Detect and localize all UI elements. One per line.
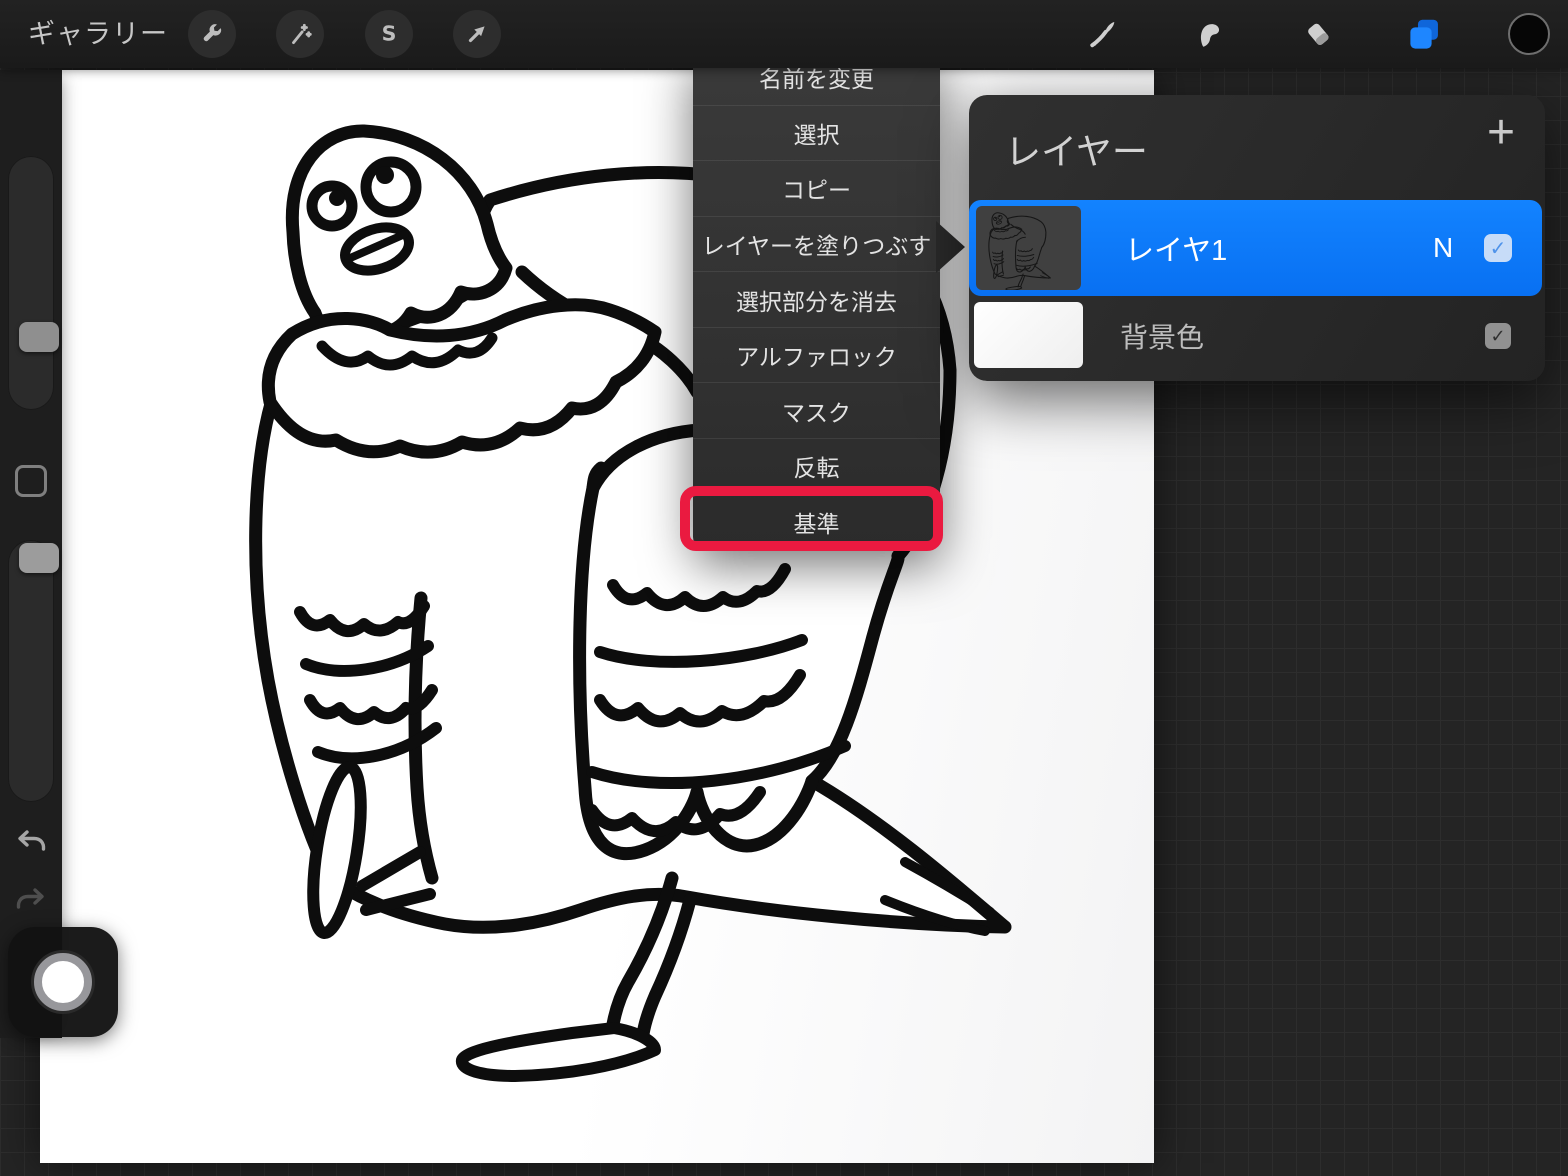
brush-tool-button[interactable] [1082,14,1122,54]
magic-wand-icon [292,23,312,45]
layer-visibility-checkbox[interactable]: ✓ [1484,234,1512,262]
assistive-touch-button[interactable] [8,927,118,1037]
menu-item-clear-selection[interactable]: 選択部分を消去 [693,272,940,328]
layers-icon [1410,19,1438,49]
background-layer-name: 背景色 [1120,322,1205,353]
opacity-slider[interactable] [8,540,59,802]
redo-icon[interactable] [13,882,49,918]
eraser-tool-button[interactable] [1298,14,1338,54]
background-visibility-checkbox[interactable]: ✓ [1485,323,1511,349]
layer-row-selected[interactable]: レイヤ1 N ✓ [969,200,1542,296]
menu-item-alpha-lock[interactable]: アルファロック [693,328,940,384]
opacity-slider-handle[interactable] [19,543,59,573]
wrench-icon [203,24,222,42]
adjustments-button[interactable] [276,10,324,58]
gallery-button[interactable]: ギャラリー [28,0,168,68]
add-layer-button[interactable]: + [1487,109,1515,157]
selection-button[interactable]: S [365,10,413,58]
layer-thumbnail [976,206,1081,290]
smudge-tool-button[interactable] [1190,14,1230,54]
top-toolbar: ギャラリー S [0,0,1568,68]
brush-icon [1090,22,1115,48]
layer-context-menu: 名前を変更 選択 コピー レイヤーを塗りつぶす 選択部分を消去 アルファロック … [693,50,940,549]
selection-s-icon: S [382,22,397,46]
undo-icon[interactable] [13,824,49,860]
menu-item-fill-layer[interactable]: レイヤーを塗りつぶす [693,217,940,273]
menu-item-copy[interactable]: コピー [693,161,940,217]
layers-panel-title: レイヤー [1005,131,1148,172]
app-window: 名前を変更 選択 コピー レイヤーを塗りつぶす 選択部分を消去 アルファロック … [0,0,1568,1176]
smudge-finger-icon [1200,24,1220,47]
menu-item-mask[interactable]: マスク [693,383,940,439]
menu-callout-arrow [936,221,965,273]
active-color-button[interactable] [1508,13,1550,55]
highlight-annotation [680,486,943,551]
svg-text:S: S [382,22,397,46]
transform-arrow-icon [468,26,485,43]
layers-panel: レイヤー + レイヤ1 N ✓ 背景色 ✓ [969,95,1545,381]
sidebar [0,70,62,1038]
layer-name: レイヤ1 [1125,235,1228,267]
brush-size-slider[interactable] [8,156,59,410]
modify-button[interactable] [15,465,47,497]
background-layer-thumbnail [974,302,1083,368]
actions-button[interactable] [188,10,236,58]
blend-mode-button[interactable]: N [1433,232,1453,264]
brush-size-slider-handle[interactable] [19,322,59,352]
layers-button[interactable] [1404,14,1444,54]
background-layer-row[interactable]: 背景色 ✓ [969,296,1545,376]
transform-button[interactable] [453,10,501,58]
eraser-icon [1308,23,1329,46]
menu-item-select[interactable]: 選択 [693,106,940,162]
assistive-touch-dot [34,953,92,1011]
